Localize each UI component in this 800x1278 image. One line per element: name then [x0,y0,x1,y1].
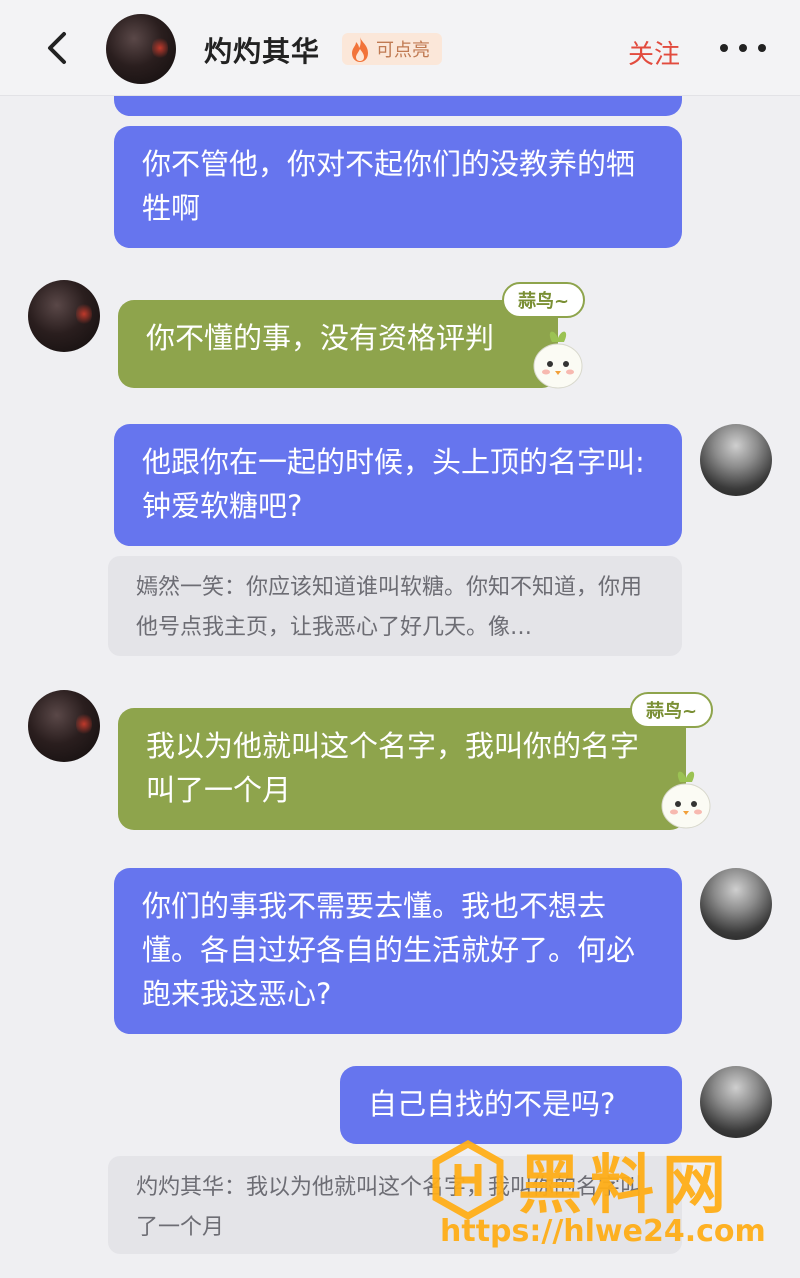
sticker-icon [661,771,711,829]
watermark-url: https://hlwe24.com [440,1214,766,1249]
self-avatar[interactable] [700,868,772,940]
contact-avatar[interactable] [28,280,100,352]
sticker-icon [533,331,583,389]
quoted-message[interactable]: 嫣然一笑：你应该知道谁叫软糖。你知不知道，你用他号点我主页，让我恶心了好几天。像… [108,556,682,656]
message-bubble-self[interactable]: 你不管他，你对不起你们的没教养的牺牲啊 [114,126,682,248]
self-avatar[interactable] [700,424,772,496]
fire-icon [352,37,368,62]
more-icon [720,44,728,52]
watermark-title: 黑料网 [518,1149,734,1223]
chat-header: 灼灼其华 可点亮 关注 [0,0,800,96]
message-bubble-self[interactable]: 他跟你在一起的时候，头上顶的名字叫:钟爱软糖吧? [114,424,682,546]
message-bubble-other[interactable]: 你不懂的事，没有资格评判 [118,300,558,388]
watermark: 黑料网 https://hlwe24.com [430,1140,790,1260]
light-up-label: 可点亮 [376,40,430,61]
message-bubble-self[interactable]: 你们的事我不需要去懂。我也不想去懂。各自过好各自的生活就好了。何必跑来我这恶心? [114,868,682,1034]
contact-avatar[interactable] [28,690,100,762]
watermark-logo-icon [432,1140,504,1220]
self-avatar[interactable] [700,1066,772,1138]
more-button[interactable] [720,36,766,60]
light-up-badge[interactable]: 可点亮 [342,33,442,65]
follow-button[interactable]: 关注 [628,34,680,71]
message-bubble-other[interactable]: 我以为他就叫这个名字，我叫你的名字叫了一个月 [118,708,686,830]
message-bubble-self[interactable]: 自己自找的不是吗? [340,1066,682,1144]
nickname-tag: 蒜鸟~ [630,692,714,728]
contact-name[interactable]: 灼灼其华 [204,30,320,70]
contact-avatar[interactable] [106,14,176,84]
back-arrow-icon [48,32,66,64]
message-bubble-clipped [114,96,682,116]
nickname-tag: 蒜鸟~ [502,282,586,318]
back-button[interactable] [36,28,76,68]
